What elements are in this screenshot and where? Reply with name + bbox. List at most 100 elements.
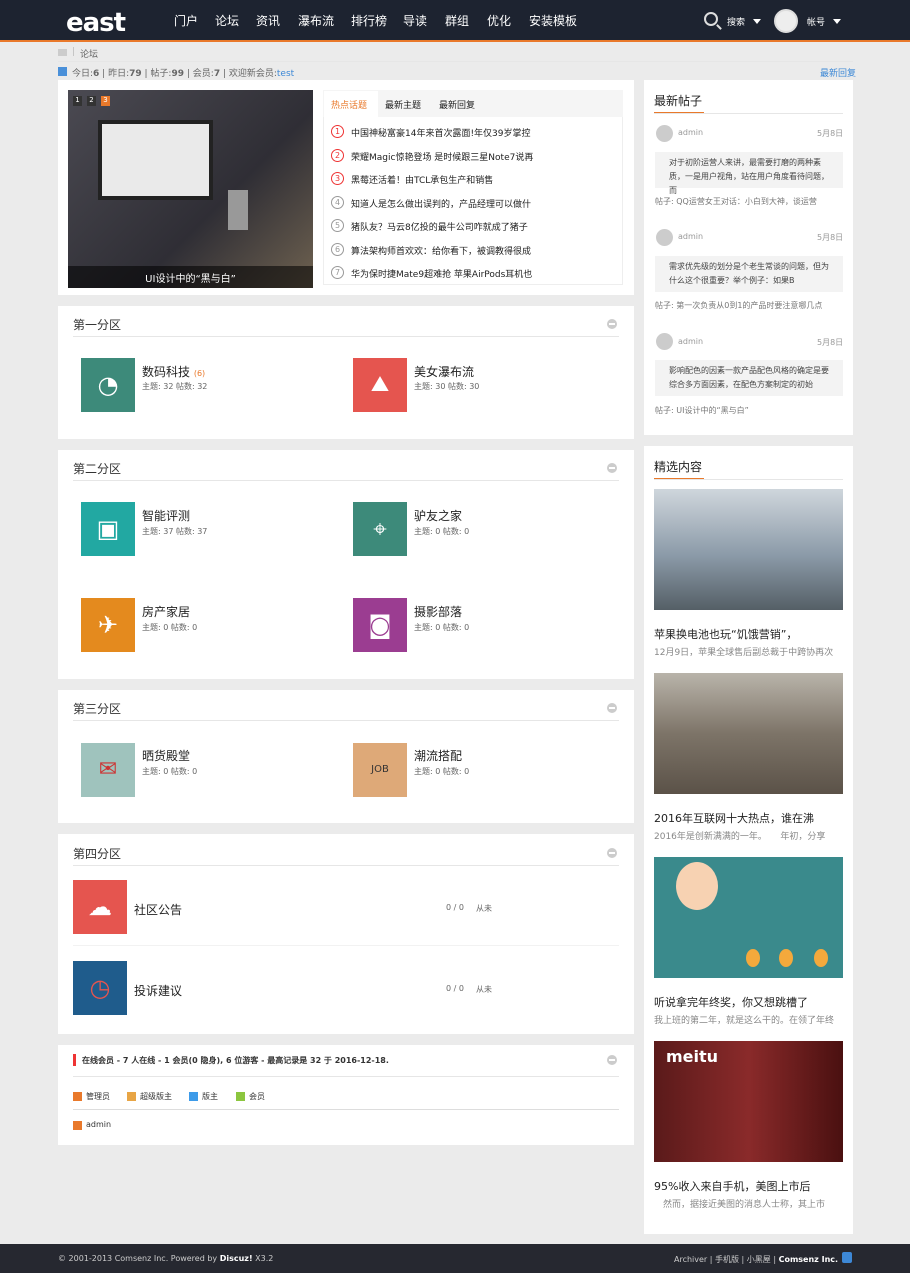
zone-title[interactable]: 第一分区: [73, 316, 121, 333]
breadcrumb[interactable]: 论坛: [80, 47, 98, 60]
tab-hot-topics[interactable]: 热点话题: [331, 98, 367, 111]
forum-name[interactable]: 美女瀑布流: [414, 363, 474, 380]
collapse-icon[interactable]: [607, 703, 617, 713]
collapse-icon[interactable]: [607, 1055, 617, 1065]
online-summary[interactable]: 在线会员 - 7 人在线 - 1 会员(0 隐身), 6 位游客 - 最高记录是…: [82, 1055, 389, 1066]
forum-count: 0 / 0: [446, 984, 464, 993]
hot-item[interactable]: 中国神秘富豪14年来首次露面!年仅39岁掌控: [351, 126, 616, 139]
home-icon[interactable]: [58, 49, 67, 56]
post-excerpt[interactable]: 对于初阶运营人来讲，最需要打磨的两种素质，一是用户视角，站在用户角度看待问题，而: [655, 152, 843, 195]
job-search-icon[interactable]: JOB: [353, 743, 407, 797]
forum-name[interactable]: 投诉建议: [134, 982, 182, 999]
collapse-icon[interactable]: [607, 848, 617, 858]
post-excerpt[interactable]: 影响配色的因素一款产品配色风格的确定是要综合多方面因素，在配色方案制定的初始: [655, 360, 843, 396]
nav-item-waterfall[interactable]: 瀑布流: [298, 12, 334, 29]
avatar[interactable]: [656, 333, 673, 350]
forum-meta: 主题: 0 帖数: 0: [414, 527, 470, 536]
forum-meta: 主题: 0 帖数: 0: [142, 767, 198, 776]
pie-chart-icon[interactable]: ◔: [81, 358, 135, 412]
post-author[interactable]: admin: [678, 337, 703, 346]
online-user[interactable]: admin: [86, 1120, 111, 1129]
collapse-icon[interactable]: [607, 319, 617, 329]
envelope-icon[interactable]: ✉: [81, 743, 135, 797]
latest-replies-link[interactable]: 最新回复: [820, 66, 856, 79]
post-excerpt[interactable]: 需求优先级的划分是个老生常谈的问题，但为什么这个很重要？举个例子：如果B: [655, 256, 843, 292]
hot-item[interactable]: 知道人是怎么做出误判的，产品经理可以做什: [351, 197, 616, 210]
forum-name[interactable]: 摄影部落: [414, 603, 462, 620]
hot-item[interactable]: 黑莓还活着！由TCL承包生产和销售: [351, 173, 616, 186]
clock-icon[interactable]: ◷: [73, 961, 127, 1015]
nav-item-groups[interactable]: 群组: [445, 12, 469, 29]
featured-item-title[interactable]: 听说拿完年终奖，你又想跳槽了: [654, 994, 843, 1010]
featured-image[interactable]: [654, 857, 843, 978]
discuz-link[interactable]: Discuz!: [220, 1254, 253, 1263]
avatar[interactable]: [774, 9, 798, 33]
stats-icon: [58, 67, 67, 76]
featured-image[interactable]: [654, 673, 843, 794]
nav-item-forum[interactable]: 论坛: [215, 12, 239, 29]
post-author[interactable]: admin: [678, 232, 703, 241]
image-icon[interactable]: ⛰: [353, 358, 407, 412]
map-pin-icon[interactable]: ⌖: [353, 502, 407, 556]
tab-latest-replies[interactable]: 最新回复: [439, 98, 475, 111]
forum-meta: 主题: 0 帖数: 0: [414, 623, 470, 632]
zone-title[interactable]: 第三分区: [73, 700, 121, 717]
forum-name[interactable]: 驴友之家: [414, 507, 462, 524]
featured-item-title[interactable]: 苹果换电池也玩“饥饿营销”，: [654, 626, 843, 642]
cloud-icon[interactable]: ☁: [73, 880, 127, 934]
post-author[interactable]: admin: [678, 128, 703, 137]
nav-item-templates[interactable]: 安装模板: [529, 12, 577, 29]
collapse-icon[interactable]: [607, 463, 617, 473]
zone-panel: [58, 834, 634, 1034]
slide-page-1[interactable]: 1: [73, 96, 82, 106]
new-member-link[interactable]: test: [277, 69, 294, 79]
search-icon[interactable]: [704, 12, 718, 26]
slider-image[interactable]: [68, 90, 313, 288]
featured-item-title[interactable]: 2016年互联网十大热点，谁在沸: [654, 810, 843, 826]
forum-name[interactable]: 房产家居: [142, 603, 190, 620]
last-post: 从未: [476, 904, 492, 913]
monitor-icon[interactable]: ▣: [81, 502, 135, 556]
tab-latest-topics[interactable]: 最新主题: [385, 98, 421, 111]
hot-item[interactable]: 算法架构师首欢欢：给你看下，被调教得很成: [351, 244, 616, 257]
legend-label: 超级版主: [140, 1092, 172, 1101]
zone-title[interactable]: 第四分区: [73, 845, 121, 862]
legend-label: 版主: [202, 1092, 218, 1101]
nav-item-portal[interactable]: 门户: [174, 12, 198, 29]
avatar[interactable]: [656, 125, 673, 142]
avatar[interactable]: [656, 229, 673, 246]
forum-name[interactable]: 社区公告: [134, 901, 182, 918]
paper-plane-icon[interactable]: ✈: [81, 598, 135, 652]
account-menu[interactable]: 帐号: [807, 15, 825, 28]
post-thread-link[interactable]: 帖子: QQ运营女王对话：小白到大神，谈运营: [655, 196, 843, 207]
slider-caption[interactable]: UI设计中的“黑与白”: [68, 270, 313, 285]
shield-icon[interactable]: [842, 1252, 852, 1263]
site-logo[interactable]: east: [66, 8, 126, 38]
forum-meta: 主题: 30 帖数: 30: [414, 382, 480, 391]
forum-meta: 主题: 32 帖数: 32: [142, 382, 208, 391]
nav-item-news[interactable]: 资讯: [256, 12, 280, 29]
forum-name[interactable]: 数码科技 (6): [142, 363, 205, 380]
forum-name[interactable]: 潮流搭配: [414, 747, 462, 764]
nav-item-optimize[interactable]: 优化: [487, 12, 511, 29]
hot-item[interactable]: 荣耀Magic惊艳登场 是时候跟三星Note7说再: [351, 150, 616, 163]
zone-title[interactable]: 第二分区: [73, 460, 121, 477]
hot-item[interactable]: 华为保时捷Mate9超难抢 苹果AirPods耳机也: [351, 267, 616, 280]
slide-page-2[interactable]: 2: [87, 96, 96, 106]
hot-item[interactable]: 猪队友？马云8亿投的最牛公司咋就成了猪子: [351, 220, 616, 233]
forum-name[interactable]: 晒货殿堂: [142, 747, 190, 764]
slide-page-3[interactable]: 3: [101, 96, 110, 106]
post-thread-link[interactable]: 帖子: 第一次负责从0到1的产品时要注意哪几点: [655, 300, 843, 311]
featured-image[interactable]: meitu: [654, 1041, 843, 1162]
footer-links[interactable]: Archiver | 手机版 | 小黑屋 | Comsenz Inc.: [674, 1254, 838, 1265]
legend-label: 管理员: [86, 1092, 110, 1101]
featured-item-desc: 12月9日，苹果全球售后副总裁于中跨协再次: [654, 648, 834, 658]
nav-item-ranking[interactable]: 排行榜: [351, 12, 387, 29]
search-button[interactable]: 搜索: [727, 15, 745, 28]
forum-name[interactable]: 智能评测: [142, 507, 190, 524]
featured-image[interactable]: [654, 489, 843, 610]
camera-icon[interactable]: ◙: [353, 598, 407, 652]
post-thread-link[interactable]: 帖子: UI设计中的“黑与白”: [655, 405, 843, 416]
featured-item-title[interactable]: 95%收入来自手机，美图上市后: [654, 1178, 843, 1194]
nav-item-guide[interactable]: 导读: [403, 12, 427, 29]
